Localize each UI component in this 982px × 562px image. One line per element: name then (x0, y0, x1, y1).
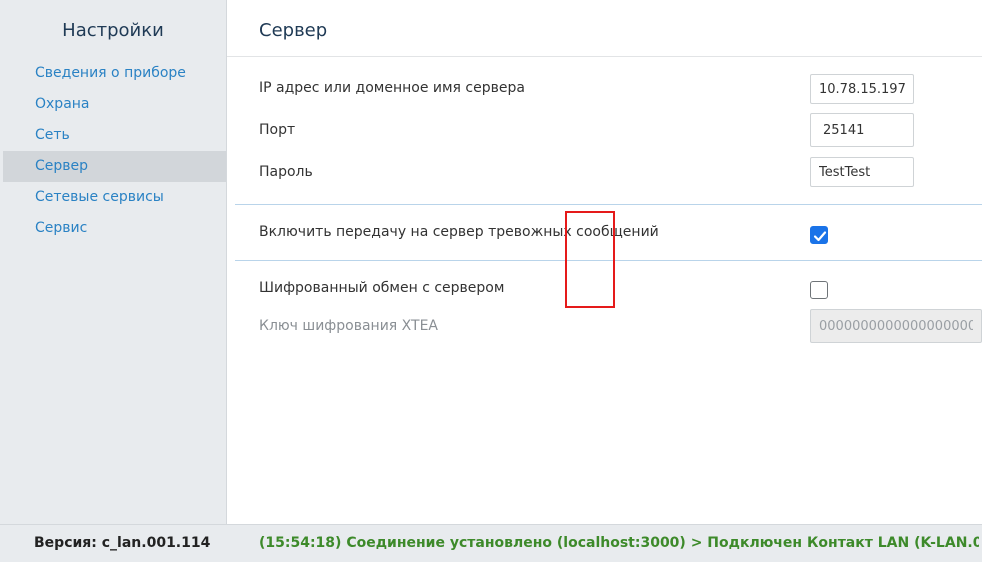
sidebar-item-service[interactable]: Сервис (3, 213, 226, 244)
sidebar-item-network[interactable]: Сеть (3, 120, 226, 151)
sidebar-item-device-info[interactable]: Сведения о приборе (3, 58, 226, 89)
page-title: Сервер (259, 20, 328, 41)
divider (235, 260, 982, 261)
sidebar-title: Настройки (62, 20, 164, 41)
xtea-key-input (810, 309, 982, 343)
encrypted-exchange-checkbox[interactable] (810, 281, 828, 299)
port-input[interactable] (810, 113, 914, 147)
status-bar: Версия: c_lan.001.114 (15:54:18) Соедине… (0, 524, 982, 562)
alarm-transmission-checkbox[interactable] (810, 226, 828, 244)
sidebar-item-server[interactable]: Сервер (3, 151, 226, 182)
sidebar: Настройки Сведения о приборе Охрана Сеть… (0, 0, 227, 524)
server-address-label: IP адрес или доменное имя сервера (259, 80, 525, 96)
sidebar-item-network-services[interactable]: Сетевые сервисы (3, 182, 226, 213)
encrypted-exchange-label: Шифрованный обмен с сервером (259, 280, 505, 296)
password-input[interactable] (810, 157, 914, 187)
sidebar-item-security[interactable]: Охрана (3, 89, 226, 120)
sidebar-nav: Сведения о приборе Охрана Сеть Сервер Се… (3, 58, 226, 244)
xtea-key-label: Ключ шифрования XTEA (259, 318, 438, 334)
version-label: Версия: c_lan.001.114 (34, 535, 211, 551)
divider (235, 204, 982, 205)
password-label: Пароль (259, 164, 313, 180)
server-address-input[interactable] (810, 74, 914, 104)
port-label: Порт (259, 122, 296, 138)
main-panel: Сервер IP адрес или доменное имя сервера… (227, 0, 982, 524)
connection-status: (15:54:18) Соединение установлено (local… (259, 535, 979, 551)
main-header: Сервер (227, 0, 982, 57)
alarm-transmission-label: Включить передачу на сервер тревожных со… (259, 224, 659, 240)
checkmark-icon (813, 231, 827, 242)
